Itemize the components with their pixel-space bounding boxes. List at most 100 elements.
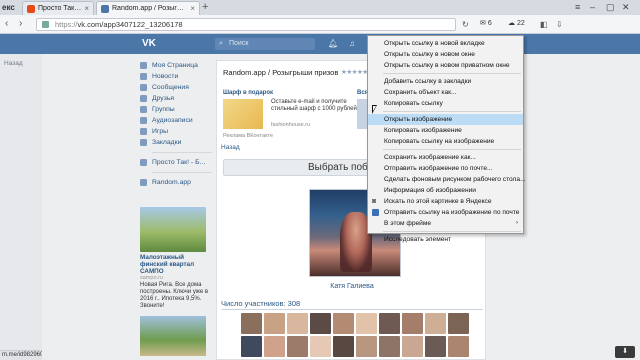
ad-block-sampo[interactable]: Малоэтажный финский квартал САМПО sampo.… xyxy=(140,207,212,310)
back-link[interactable]: Назад xyxy=(4,60,23,67)
menu-item-label: Игры xyxy=(152,128,169,135)
cm-open-link-private-window[interactable]: Открыть ссылку в новом приватном окне xyxy=(368,60,523,71)
maximize-icon[interactable]: ▢ xyxy=(606,1,615,13)
cm-this-frame[interactable]: В этом фрейме › xyxy=(368,218,523,229)
cm-bookmark-link[interactable]: Добавить ссылку в закладки xyxy=(368,76,523,87)
cm-open-link-new-tab[interactable]: Открыть ссылку в новой вкладке xyxy=(368,38,523,49)
participant-avatar[interactable] xyxy=(356,313,377,334)
cm-email-image[interactable]: Отправить изображение по почте... xyxy=(368,163,523,174)
participant-avatar[interactable] xyxy=(333,336,354,357)
forward-arrow-icon[interactable]: › xyxy=(19,18,22,30)
promo-host: fashionhouse.ru xyxy=(271,122,311,128)
menu-item-app-random[interactable]: Random.app xyxy=(140,177,212,188)
status-bar-url: m.me/id9829607 xyxy=(0,350,42,360)
participant-avatar[interactable] xyxy=(287,313,308,334)
cm-separator xyxy=(383,73,521,74)
cm-save-image[interactable]: Сохранить изображение как... xyxy=(368,152,523,163)
downloads-button[interactable]: ⬇ xyxy=(615,346,635,358)
cm-copy-image-link[interactable]: Копировать ссылку на изображение xyxy=(368,136,523,147)
messages-icon xyxy=(140,84,147,91)
menu-item-audio[interactable]: Аудиозаписи xyxy=(140,115,212,126)
participant-avatar[interactable] xyxy=(425,336,446,357)
cm-inspect-element[interactable]: Исследовать элемент xyxy=(368,234,523,245)
participant-avatar[interactable] xyxy=(425,313,446,334)
menu-item-my-page[interactable]: Моя Страница xyxy=(140,60,212,71)
participant-avatar[interactable] xyxy=(333,313,354,334)
close-tab-icon[interactable]: × xyxy=(190,4,195,13)
browser-tab-bar: екс Просто Так! - Бесплатно... × Random.… xyxy=(0,0,640,15)
menu-item-news[interactable]: Новости xyxy=(140,71,212,82)
participants-count: Число участников: 308 xyxy=(221,299,301,308)
participant-avatar[interactable] xyxy=(356,336,377,357)
cm-copy-image[interactable]: Копировать изображение xyxy=(368,125,523,136)
weather-badge[interactable]: ☁ 22 xyxy=(508,19,525,27)
menu-divider xyxy=(152,152,212,153)
cm-open-link-new-window[interactable]: Открыть ссылку в новом окне xyxy=(368,49,523,60)
app-back-link[interactable]: Назад xyxy=(221,144,240,151)
menu-item-bookmarks[interactable]: Закладки xyxy=(140,137,212,148)
url-field[interactable]: https://vk.com/app3407122_13206178 xyxy=(36,18,456,31)
close-tab-icon[interactable]: × xyxy=(84,4,89,13)
ad-block-2[interactable] xyxy=(140,316,212,356)
left-strip: Назад m.me/id9829607 xyxy=(0,54,42,360)
groups-icon xyxy=(140,106,147,113)
share-icon xyxy=(372,209,379,216)
notifications-icon[interactable]: 🔔︎ xyxy=(328,38,338,50)
menu-item-label: Новости xyxy=(152,73,179,80)
cm-set-desktop-background[interactable]: Сделать фоновым рисунком рабочего стола.… xyxy=(368,174,526,185)
close-window-icon[interactable]: ✕ xyxy=(622,1,630,13)
games-icon xyxy=(140,128,147,135)
promo-footer: Реклама ВКонтакте xyxy=(223,133,274,139)
cm-email-image-link[interactable]: Отправить ссылку на изображение по почте xyxy=(368,207,523,218)
search-icon: ⌕ xyxy=(219,40,223,47)
participant-avatar[interactable] xyxy=(379,336,400,357)
participant-avatar[interactable] xyxy=(264,313,285,334)
participant-avatar[interactable] xyxy=(310,313,331,334)
cm-separator xyxy=(383,149,521,150)
promo-ad[interactable]: Шарф в подарок Оставьте e-mail и получит… xyxy=(223,90,363,139)
participant-avatar[interactable] xyxy=(264,336,285,357)
menu-item-groups[interactable]: Группы xyxy=(140,104,212,115)
extension-icon[interactable]: ◧ xyxy=(540,19,548,30)
participant-avatar[interactable] xyxy=(379,313,400,334)
participant-avatar[interactable] xyxy=(448,336,469,357)
cm-open-image[interactable]: Открыть изображение xyxy=(368,114,523,125)
download-icon[interactable]: ⇩ xyxy=(556,19,563,30)
winner-name[interactable]: Катя Галиева xyxy=(217,283,487,290)
menu-icon[interactable]: ≡ xyxy=(575,1,580,13)
weather-temp: 22 xyxy=(516,20,525,27)
menu-item-games[interactable]: Игры xyxy=(140,126,212,137)
participant-avatar[interactable] xyxy=(402,336,423,357)
menu-item-friends[interactable]: Друзья xyxy=(140,93,212,104)
tab-prosto-tak[interactable]: Просто Так! - Бесплатно... × xyxy=(22,1,94,15)
participant-avatar[interactable] xyxy=(402,313,423,334)
mail-badge[interactable]: ✉ 6 xyxy=(480,19,492,27)
app-title[interactable]: Random.app / Розыгрыши призов xyxy=(223,68,338,77)
music-icon[interactable]: ♫ xyxy=(349,38,355,50)
cm-search-yandex[interactable]: ◙ Искать по этой картинке в Яндексе xyxy=(368,196,523,207)
participant-avatar[interactable] xyxy=(448,313,469,334)
news-icon xyxy=(140,73,147,80)
menu-item-app-prosto[interactable]: Просто Так! - Б... xyxy=(140,157,212,168)
vk-search-input[interactable]: ⌕ Поиск xyxy=(215,38,315,50)
menu-item-label: Закладки xyxy=(152,139,182,146)
new-tab-button[interactable]: + xyxy=(202,1,208,13)
tab-random-app[interactable]: Random.app / Розыгрыши... × xyxy=(96,1,200,15)
back-arrow-icon[interactable]: ‹ xyxy=(5,18,8,30)
ad-title[interactable]: Малоэтажный финский квартал САМПО xyxy=(140,254,212,275)
cm-save-object[interactable]: Сохранить объект как... xyxy=(368,87,523,98)
participant-avatar[interactable] xyxy=(241,336,262,357)
promo-heading: Шарф в подарок xyxy=(223,90,273,96)
vk-logo-icon[interactable]: VK xyxy=(142,38,160,50)
minimize-icon[interactable]: – xyxy=(590,1,595,13)
cm-copy-link[interactable]: Копировать ссылку xyxy=(368,98,523,109)
browser-logo[interactable]: екс xyxy=(0,1,22,14)
participant-avatar[interactable] xyxy=(287,336,308,357)
app-icon xyxy=(140,159,147,166)
menu-item-messages[interactable]: Сообщения xyxy=(140,82,212,93)
search-placeholder: Поиск xyxy=(229,40,249,47)
participant-avatar[interactable] xyxy=(310,336,331,357)
participant-avatar[interactable] xyxy=(241,313,262,334)
reload-icon[interactable]: ↻ xyxy=(462,19,469,30)
cm-image-info[interactable]: Информация об изображении xyxy=(368,185,523,196)
